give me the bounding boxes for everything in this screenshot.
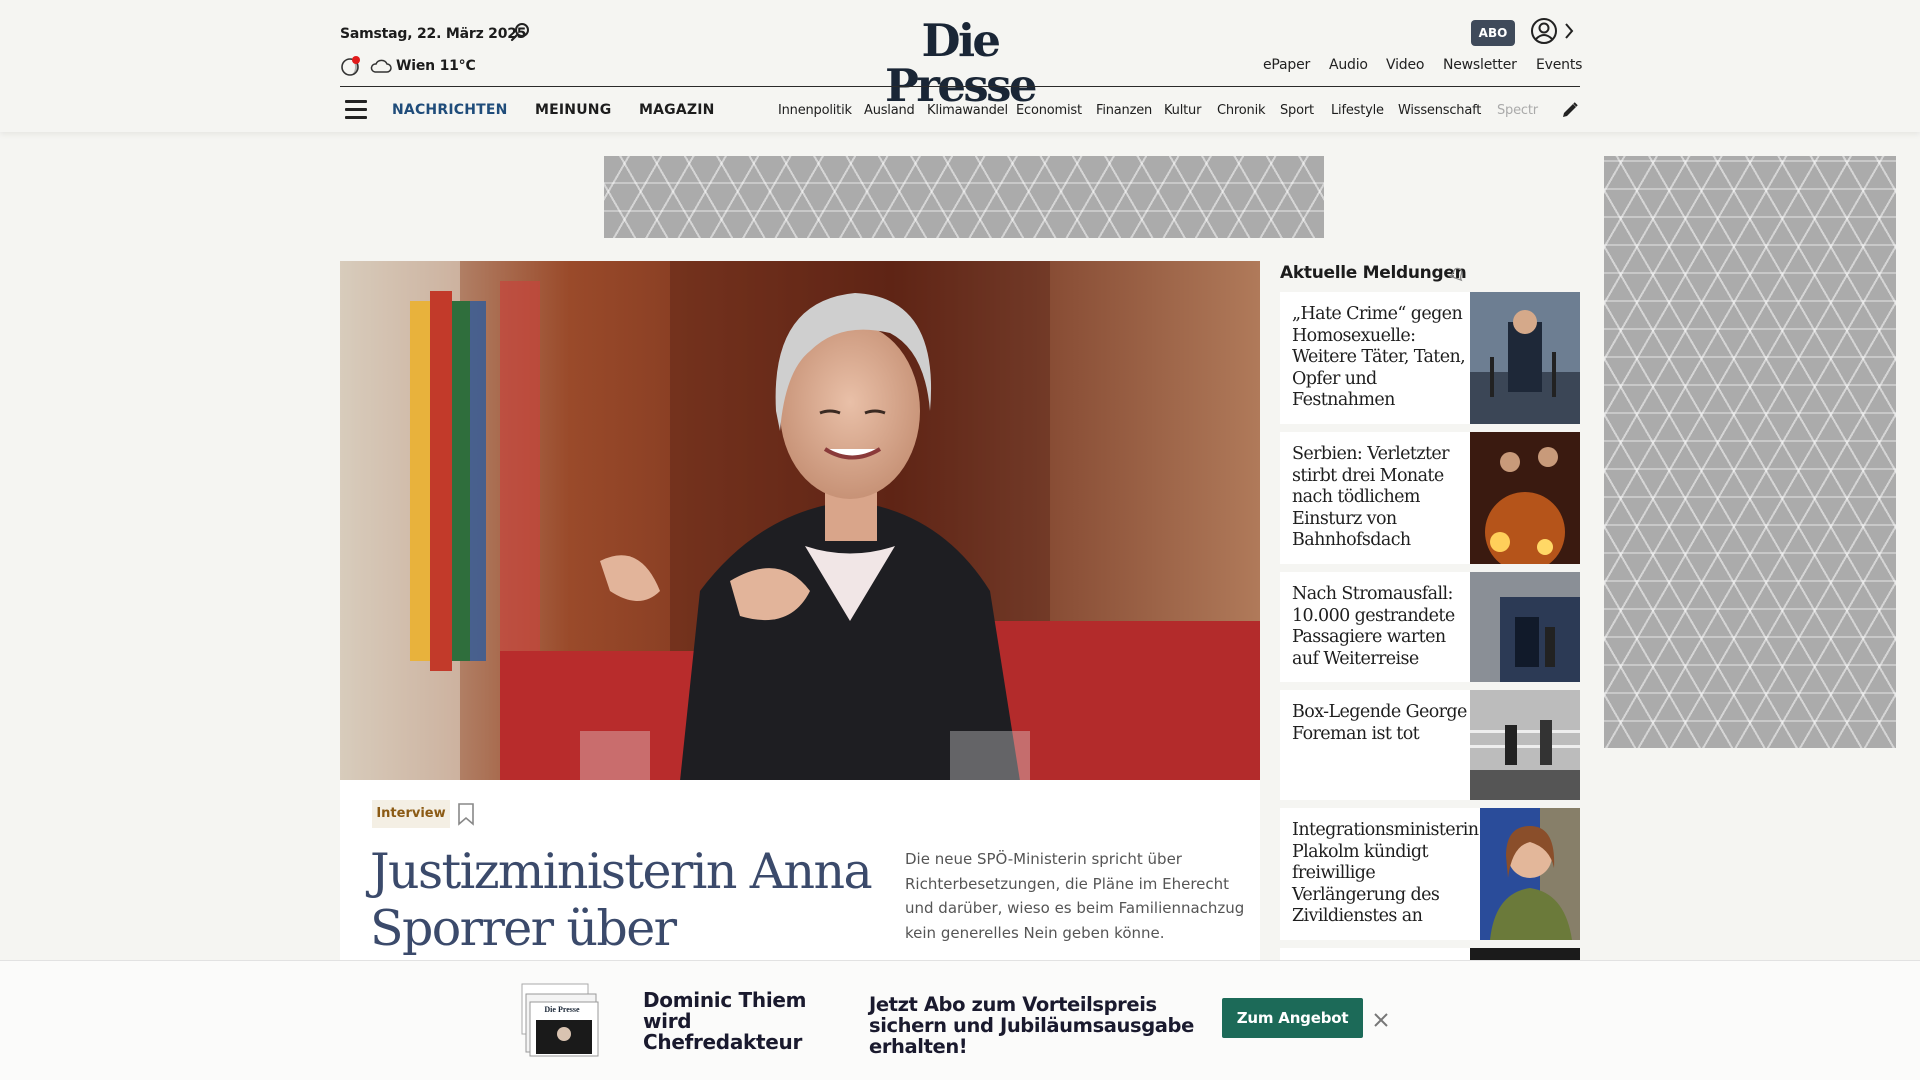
news-item-text: Nach Stromausfall: 10.000 gestrandete Pa… [1292, 584, 1455, 669]
offer-button[interactable]: Zum Angebot [1222, 998, 1363, 1038]
nav-nachrichten[interactable]: NACHRICHTEN [392, 102, 508, 118]
subnav-wissenschaft[interactable]: Wissenschaft [1398, 103, 1481, 118]
top-link-newsletter[interactable]: Newsletter [1443, 57, 1517, 73]
article-tag[interactable]: Interview [372, 800, 450, 828]
news-item[interactable]: Integrationsministerin Plakolm kündigt f… [1280, 808, 1580, 940]
subnav-chronik[interactable]: Chronik [1217, 103, 1266, 118]
abo-button[interactable]: ABO [1471, 20, 1515, 46]
subnav-economist[interactable]: Economist [1016, 103, 1082, 118]
banner-title: Dominic Thiem wird Chefredakteur [643, 988, 807, 1054]
chevron-right-icon[interactable] [1563, 21, 1575, 41]
svg-text:Die Presse: Die Presse [544, 1005, 580, 1014]
moon-icon [341, 56, 360, 76]
menu-icon[interactable] [345, 100, 367, 119]
subnav-finanzen[interactable]: Finanzen [1096, 103, 1152, 118]
news-item-text: Serbien: Verletzter stirbt drei Monate n… [1292, 444, 1450, 550]
top-link-epaper[interactable]: ePaper [1263, 57, 1310, 73]
top-link-audio[interactable]: Audio [1329, 57, 1368, 73]
news-item-thumbnail [1470, 292, 1580, 424]
sidebar-title: Aktuelle Meldungen [1280, 263, 1467, 283]
news-item[interactable]: Box-Legende George Foreman ist tot [1280, 690, 1580, 800]
subnav-ausland[interactable]: Ausland [864, 103, 915, 118]
pencil-icon[interactable] [1561, 101, 1579, 119]
bookmark-icon[interactable] [456, 802, 476, 826]
newspaper-stack-image: Die Presse [521, 983, 599, 1057]
site-logo[interactable]: Die Presse [856, 18, 1064, 108]
user-icon[interactable] [1529, 16, 1559, 46]
ad-skyscraper-right[interactable] [1604, 156, 1896, 748]
news-item-thumbnail [1470, 432, 1580, 564]
close-icon[interactable] [1372, 1011, 1390, 1029]
news-item-thumbnail [1470, 690, 1580, 800]
news-item-text: „Hate Crime“ gegen Homosexuelle: Weitere… [1292, 304, 1466, 410]
nav-meinung[interactable]: MEINUNG [535, 102, 611, 118]
subnav-sport[interactable]: Sport [1280, 103, 1314, 118]
ad-banner-top[interactable] [604, 156, 1324, 238]
news-item-text: Box-Legende George Foreman ist tot [1292, 702, 1467, 744]
subnav-innenpolitik[interactable]: Innenpolitik [778, 103, 852, 118]
top-link-video[interactable]: Video [1386, 57, 1424, 73]
weather-info[interactable]: Wien 11°C [396, 58, 476, 74]
subnav-lifestyle[interactable]: Lifestyle [1331, 103, 1384, 118]
news-item-text: Integrationsministerin Plakolm kündigt f… [1292, 820, 1479, 926]
news-item[interactable]: Nach Stromausfall: 10.000 gestrandete Pa… [1280, 572, 1580, 682]
banner-text: Jetzt Abo zum Vorteilspreis sichern und … [869, 993, 1194, 1058]
news-item-thumbnail [1480, 808, 1580, 940]
article-teaser: Die neue SPÖ-Ministerin spricht über Ric… [905, 850, 1245, 942]
search-icon[interactable] [508, 21, 532, 43]
subnav-spectrum[interactable]: Spectr [1497, 103, 1541, 118]
news-item[interactable]: Serbien: Verletzter stirbt drei Monate n… [1280, 432, 1580, 564]
current-date: Samstag, 22. März 2025 [340, 26, 527, 42]
subnav-kultur[interactable]: Kultur [1164, 103, 1201, 118]
news-item-thumbnail [1470, 572, 1580, 682]
bell-icon[interactable] [1448, 265, 1464, 283]
header-divider [340, 86, 1580, 87]
hero-image[interactable] [340, 261, 1260, 781]
cloud-icon [370, 59, 392, 73]
hero-photo-illustration [340, 261, 1260, 781]
news-item[interactable]: „Hate Crime“ gegen Homosexuelle: Weitere… [1280, 292, 1580, 424]
nav-magazin[interactable]: MAGAZIN [639, 102, 715, 118]
top-link-events[interactable]: Events [1536, 57, 1582, 73]
subnav-klimawandel[interactable]: Klimawandel [927, 103, 1008, 118]
